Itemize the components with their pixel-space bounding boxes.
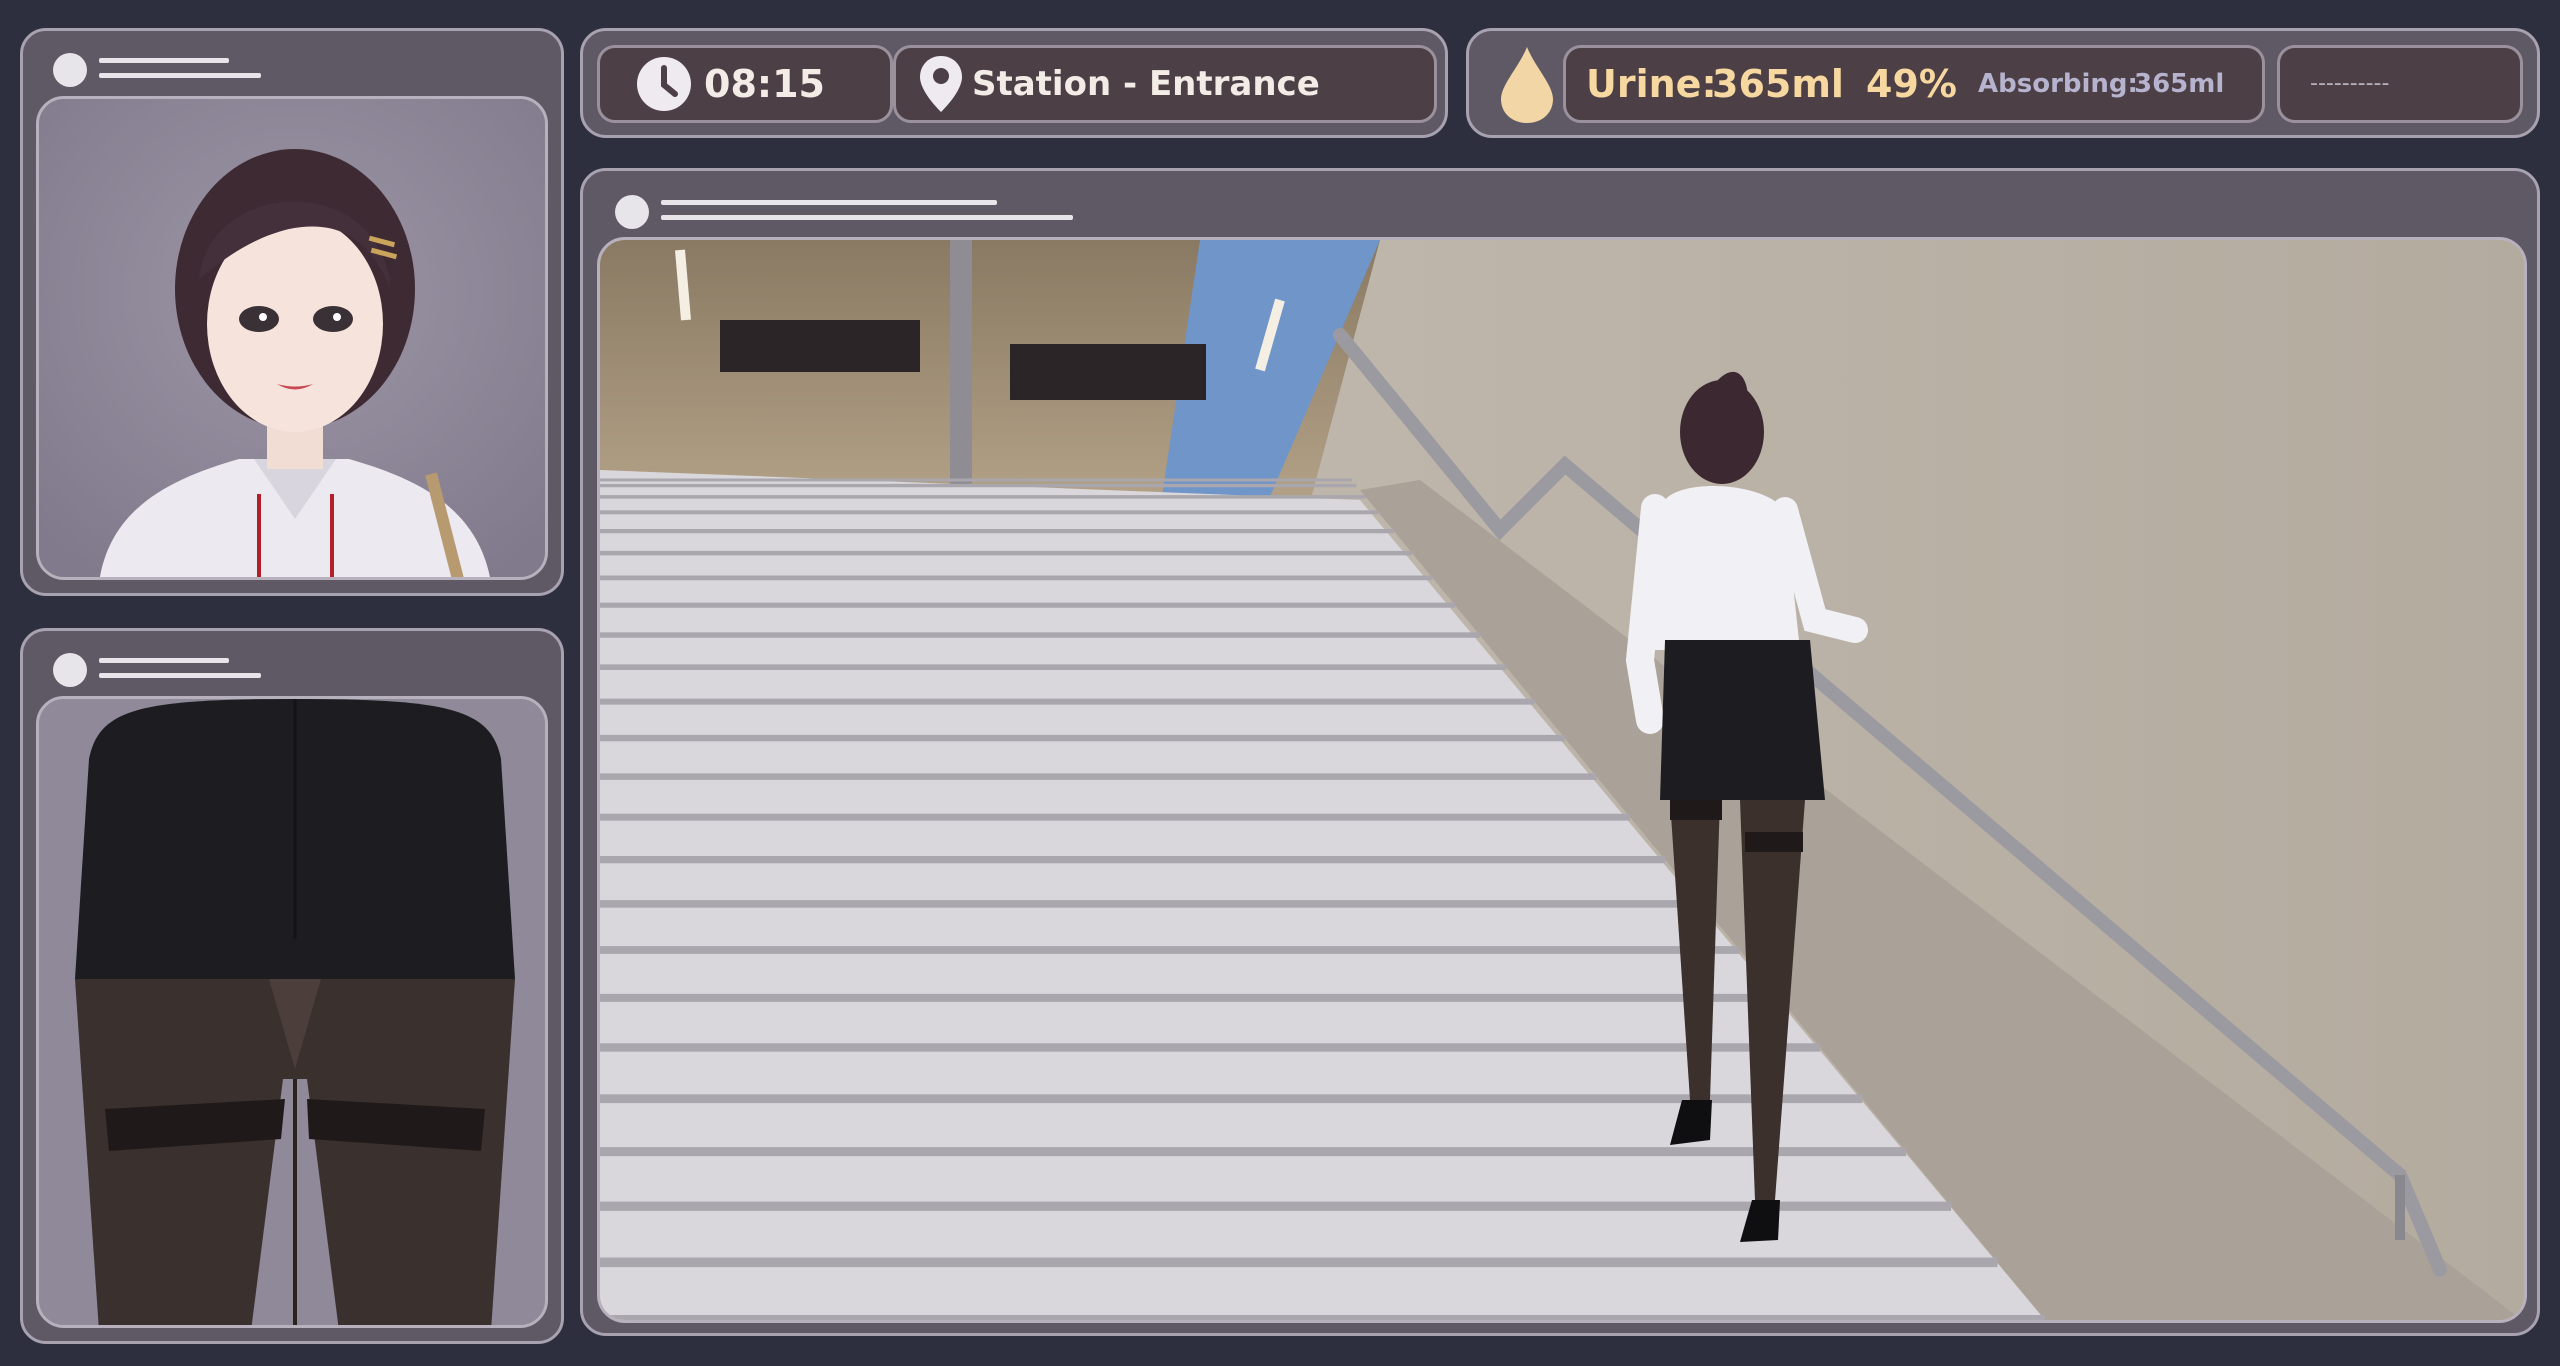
header-line [99, 73, 261, 78]
absorbing-label: Absorbing: [1978, 69, 2138, 99]
absorbing-amount: 365ml [2134, 69, 2225, 99]
panel-header [615, 191, 1115, 231]
header-line [661, 200, 997, 205]
scene-panel [580, 168, 2540, 1336]
map-pin-icon [920, 56, 962, 112]
header-line [99, 658, 229, 663]
panel-header [53, 49, 353, 89]
urine-label: Urine: [1586, 62, 1717, 106]
lower-body-panel [20, 628, 564, 1344]
header-line [661, 215, 1073, 220]
time-location-bar: 08:15 Station - Entrance [580, 28, 1448, 138]
header-dot [53, 653, 87, 687]
status-bar: Urine: 365ml 49% Absorbing: 365ml ------… [1466, 28, 2540, 138]
station-stairs-scene [600, 240, 2524, 1320]
empty-slot-text: ---------- [2310, 71, 2390, 96]
location-name: Station - Entrance [972, 64, 1320, 104]
urine-amount: 365ml [1712, 62, 1844, 106]
scene-view [597, 237, 2527, 1323]
clock-icon [637, 57, 691, 111]
header-dot [615, 195, 649, 229]
character-closeup-image [39, 699, 545, 1325]
urine-status-pill: Urine: 365ml 49% Absorbing: 365ml [1563, 45, 2265, 123]
time-pill: 08:15 [597, 45, 893, 123]
header-line [99, 673, 261, 678]
empty-status-slot: ---------- [2277, 45, 2523, 123]
location-pill: Station - Entrance [893, 45, 1437, 123]
clock-time: 08:15 [704, 62, 825, 106]
portrait-panel [20, 28, 564, 596]
lower-body-view [36, 696, 548, 1328]
urine-percent: 49% [1866, 62, 1957, 106]
header-dot [53, 53, 87, 87]
portrait-view [36, 96, 548, 580]
character-portrait-image [39, 99, 545, 577]
droplet-icon [1501, 47, 1553, 123]
header-line [99, 58, 229, 63]
panel-header [53, 649, 353, 689]
